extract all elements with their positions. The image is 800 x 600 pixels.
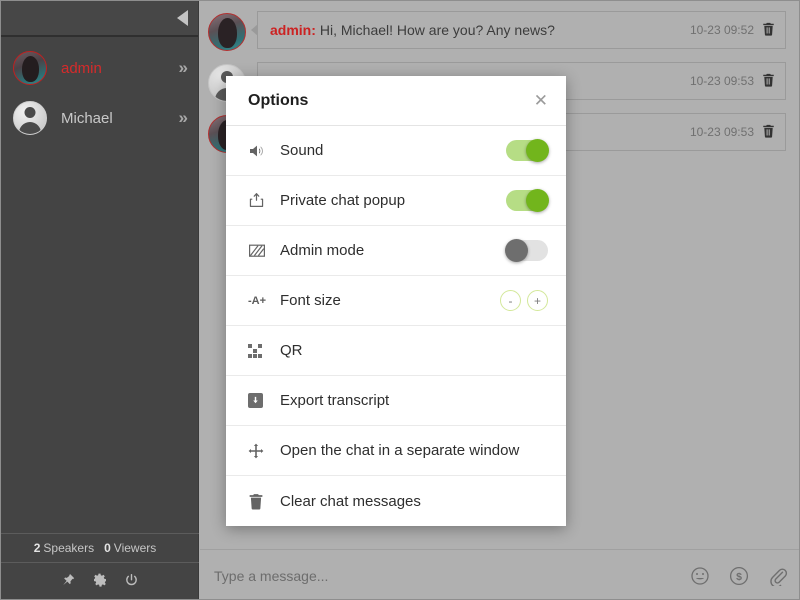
sidebar-item-michael[interactable]: Michael » — [1, 93, 198, 143]
option-row-qr[interactable]: QR — [226, 326, 566, 376]
participants-status: 2 Speakers 0 Viewers — [1, 533, 199, 563]
trash-icon — [248, 493, 274, 510]
sidebar-footer: 2 Speakers 0 Viewers — [1, 533, 199, 600]
speakers-count: 2 — [34, 541, 41, 555]
attachment-paperclip-icon[interactable] — [768, 566, 788, 586]
option-row-export-transcript[interactable]: Export transcript — [226, 376, 566, 426]
export-download-icon — [248, 393, 274, 408]
qr-code-icon — [248, 344, 274, 358]
pin-icon[interactable] — [61, 573, 76, 592]
user-name: admin — [61, 60, 179, 77]
font-size-increase-button[interactable]: + — [527, 290, 548, 311]
message-timestamp: 10-23 09:53 — [690, 125, 754, 139]
option-label: Clear chat messages — [280, 493, 548, 510]
toggle-knob — [526, 139, 549, 162]
svg-text:$: $ — [736, 571, 742, 583]
option-label: QR — [280, 342, 548, 359]
viewers-label: Viewers — [114, 541, 156, 555]
dialog-header: Options ✕ — [226, 76, 566, 126]
sidebar-toolbar — [1, 563, 199, 600]
speakers-label: Speakers — [43, 541, 94, 555]
trash-icon[interactable] — [762, 73, 775, 90]
search-input[interactable] — [214, 568, 672, 584]
user-name: Michael — [61, 110, 179, 127]
message-bubble: admin:Hi, Michael! How are you? Any news… — [257, 11, 786, 49]
trash-icon[interactable] — [762, 124, 775, 141]
message-timestamp: 10-23 09:53 — [690, 74, 754, 88]
toggle-knob — [505, 239, 528, 262]
avatar — [13, 101, 47, 135]
admin-mode-icon — [248, 243, 274, 259]
donate-dollar-icon[interactable]: $ — [728, 565, 750, 587]
private-chat-popup-toggle[interactable] — [506, 190, 548, 211]
trash-icon[interactable] — [762, 22, 775, 39]
option-label: Admin mode — [280, 242, 506, 259]
message-sender: admin: — [270, 22, 316, 38]
option-row-private-chat-popup[interactable]: Private chat popup — [226, 176, 566, 226]
close-icon[interactable]: ✕ — [534, 92, 548, 109]
sidebar-item-admin[interactable]: admin » — [1, 43, 198, 93]
page-title: Options — [248, 92, 534, 110]
sidebar: admin » Michael » 2 Speakers 0 Viewers — [1, 1, 199, 600]
quantity-stepper: - + — [500, 290, 548, 311]
options-dialog: Options ✕ Sound Private — [226, 76, 566, 526]
option-row-clear-chat-messages[interactable]: Clear chat messages — [226, 476, 566, 526]
option-label: Open the chat in a separate window — [280, 442, 548, 459]
option-label: Private chat popup — [280, 192, 506, 209]
option-row-font-size[interactable]: -A+ Font size - + — [226, 276, 566, 326]
message-input-bar: $ — [200, 549, 800, 600]
font-size-icon-label: -A+ — [248, 295, 266, 307]
power-icon[interactable] — [124, 573, 139, 592]
chat-application: admin » Michael » 2 Speakers 0 Viewers — [0, 0, 800, 600]
option-row-admin-mode[interactable]: Admin mode — [226, 226, 566, 276]
avatar-body — [19, 122, 41, 135]
avatar-head — [25, 107, 36, 118]
chevron-right-icon[interactable]: » — [179, 58, 186, 78]
emoji-icon[interactable] — [690, 566, 710, 586]
viewers-count: 0 — [104, 541, 111, 555]
message-timestamp: 10-23 09:52 — [690, 23, 754, 37]
font-size-decrease-button[interactable]: - — [500, 290, 521, 311]
avatar — [13, 51, 47, 85]
gear-icon[interactable] — [92, 572, 108, 592]
option-label: Sound — [280, 142, 506, 159]
option-label: Font size — [280, 292, 500, 309]
chevron-right-icon[interactable]: » — [179, 108, 186, 128]
table-row: admin:Hi, Michael! How are you? Any news… — [200, 11, 800, 51]
toggle-knob — [526, 189, 549, 212]
sound-toggle[interactable] — [506, 140, 548, 161]
option-row-sound[interactable]: Sound — [226, 126, 566, 176]
sidebar-header — [1, 1, 198, 37]
option-row-open-separate-window[interactable]: Open the chat in a separate window — [226, 426, 566, 476]
speaker-sound-icon — [248, 143, 274, 159]
option-label: Export transcript — [280, 392, 548, 409]
admin-mode-toggle[interactable] — [506, 240, 548, 261]
move-arrows-icon — [248, 443, 274, 459]
font-size-icon: -A+ — [248, 295, 274, 307]
private-chat-popup-icon — [248, 192, 274, 209]
message-text: admin:Hi, Michael! How are you? Any news… — [270, 22, 680, 38]
avatar — [208, 13, 246, 51]
triangle-left-icon[interactable] — [177, 10, 188, 26]
message-body: Hi, Michael! How are you? Any news? — [320, 22, 555, 38]
user-list: admin » Michael » — [1, 37, 198, 143]
